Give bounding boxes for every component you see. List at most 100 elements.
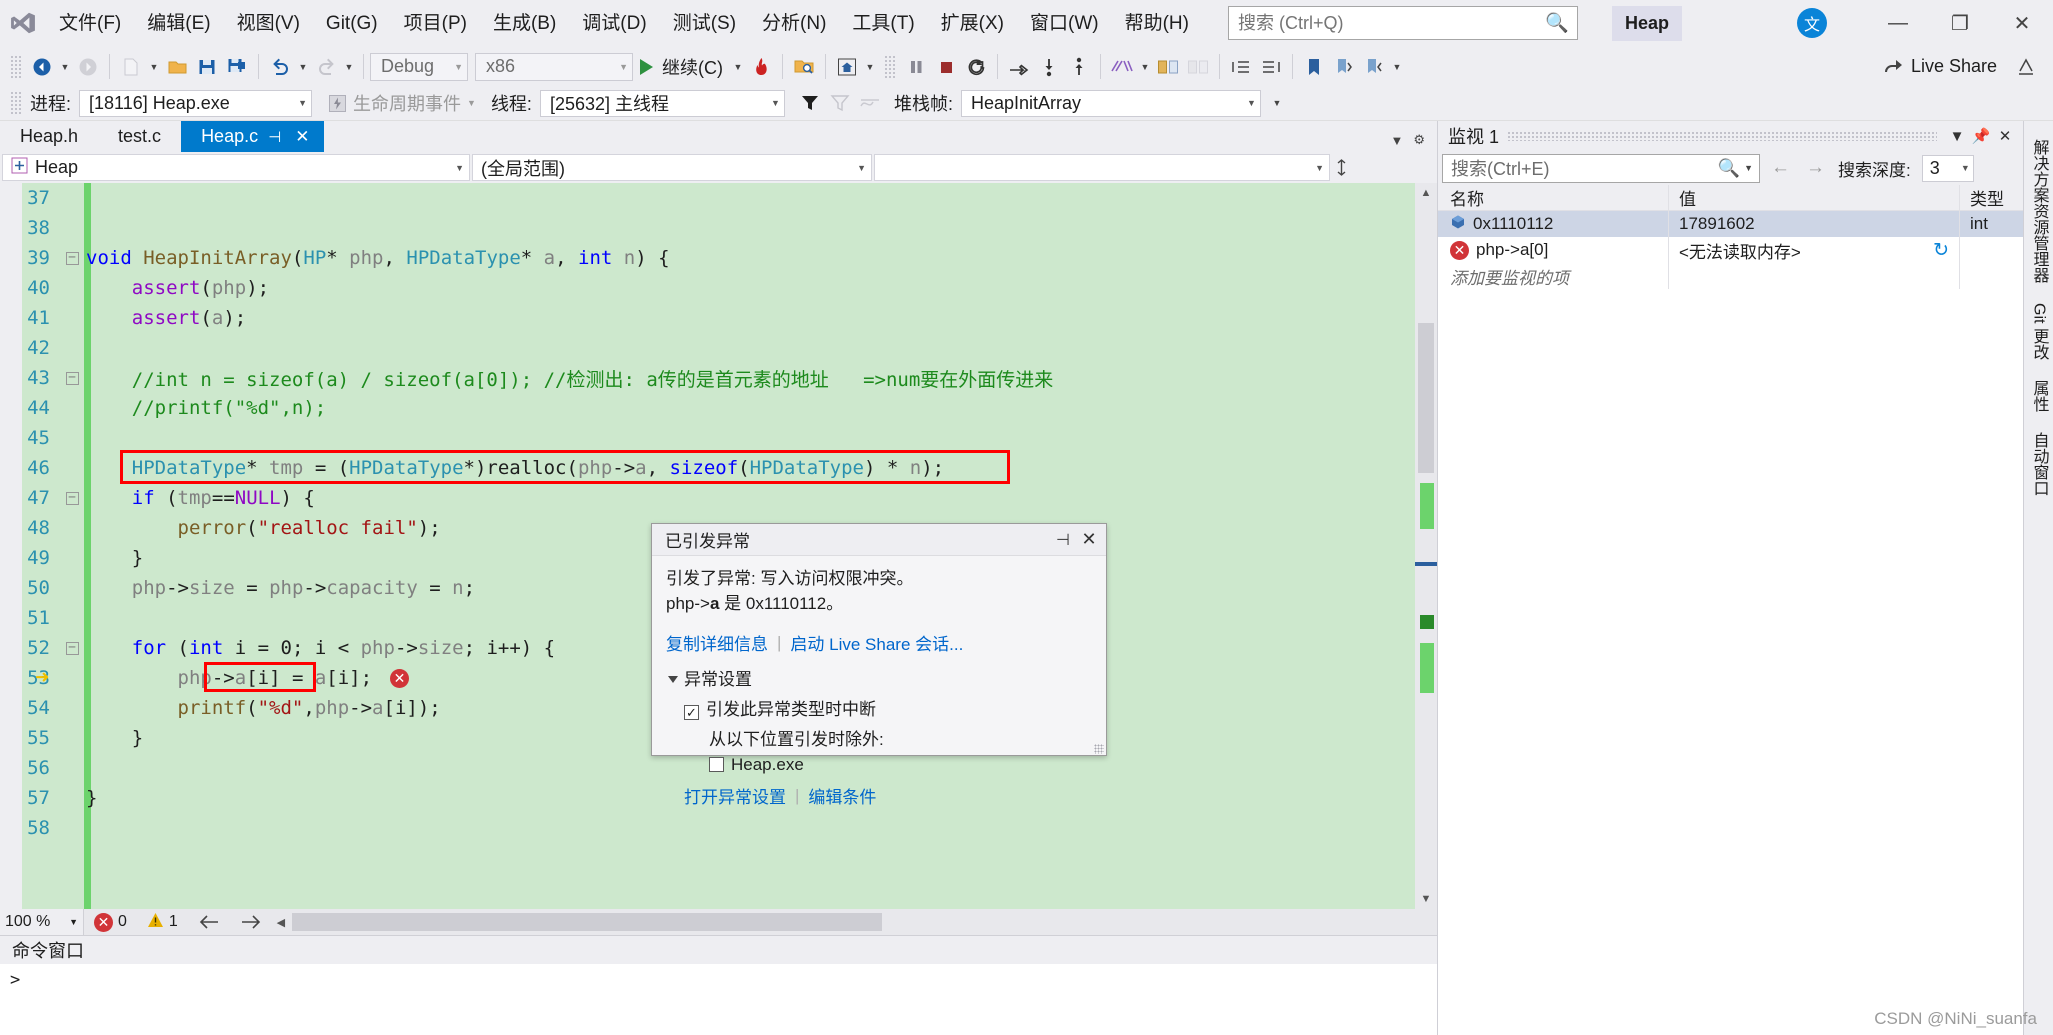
menu-item-debug[interactable]: 调试(D) (569, 0, 659, 47)
search-depth-combo[interactable]: 3 ▼ (1921, 154, 1974, 182)
continue-dropdown-icon[interactable]: ▼ (730, 62, 746, 72)
menu-item-analyze[interactable]: 分析(N) (749, 0, 839, 47)
fold-collapse-icon[interactable]: − (62, 371, 82, 385)
outdent-icon[interactable] (1226, 52, 1256, 82)
editor-horizontal-scrollbar[interactable]: ◀ (271, 909, 1437, 935)
code-line[interactable]: 40 assert(php); (0, 273, 1415, 303)
copy-details-link[interactable]: 复制详细信息 (666, 630, 768, 655)
search-icon[interactable]: 🔍 (1718, 158, 1740, 179)
menu-item-file[interactable]: 文件(F) (46, 0, 134, 47)
module-exclusion-checkbox[interactable] (709, 757, 724, 773)
filter-icon[interactable] (795, 88, 825, 118)
redo-dropdown-icon[interactable]: ▼ (341, 62, 357, 72)
watch-add-row[interactable]: 添加要监视的项 (1438, 263, 2023, 289)
maximize-button[interactable]: ❐ (1929, 0, 1991, 47)
break-on-exception-row[interactable]: ✓ 引发此异常类型时中断 (668, 690, 1092, 721)
hot-reload-icon[interactable] (746, 52, 776, 82)
scroll-up-icon[interactable]: ▲ (1415, 183, 1437, 203)
menu-item-view[interactable]: 视图(V) (224, 0, 313, 47)
tab-overflow-icon[interactable]: ▼ (1390, 133, 1403, 148)
code-line[interactable]: 58 (0, 813, 1415, 843)
intellicode-icon[interactable] (1107, 52, 1137, 82)
fold-collapse-icon[interactable]: − (62, 491, 82, 505)
minimize-button[interactable]: — (1867, 0, 1929, 47)
scroll-down-icon[interactable]: ▼ (1415, 889, 1437, 909)
member-combo[interactable]: ▼ (874, 154, 1330, 181)
home-icon[interactable] (832, 52, 862, 82)
chevron-down-icon[interactable]: ▼ (1945, 124, 1969, 148)
close-icon[interactable]: ✕ (1993, 124, 2017, 148)
compare-secondary-icon[interactable] (1183, 52, 1213, 82)
close-icon[interactable]: ✕ (1076, 529, 1102, 550)
open-exception-settings-link[interactable]: 打开异常设置 (684, 783, 786, 808)
toolbar-grip[interactable] (10, 54, 21, 79)
code-line[interactable]: 41 assert(a); (0, 303, 1415, 333)
scope-combo[interactable]: (全局范围) ▼ (472, 154, 872, 181)
stack-frame-combo[interactable]: HeapInitArray ▼ (960, 89, 1261, 117)
menu-item-git[interactable]: Git(G) (313, 0, 391, 47)
break-on-exception-checkbox[interactable]: ✓ (684, 705, 699, 721)
layout-dropdown-icon[interactable]: ▼ (862, 62, 878, 72)
feedback-icon[interactable] (2011, 52, 2041, 82)
module-exclusion-row[interactable]: Heap.exe (668, 750, 1092, 775)
menu-item-window[interactable]: 窗口(W) (1017, 0, 1112, 47)
close-button[interactable]: ✕ (1991, 0, 2053, 47)
menu-item-extensions[interactable]: 扩展(X) (928, 0, 1017, 47)
search-next-button[interactable]: → (1801, 157, 1830, 179)
code-line[interactable]: 43− //int n = sizeof(a) / sizeof(a[0]); … (0, 363, 1415, 393)
indent-icon[interactable] (1256, 52, 1286, 82)
new-file-icon[interactable] (116, 52, 146, 82)
start-live-share-link[interactable]: 启动 Live Share 会话... (790, 630, 963, 655)
new-file-dropdown-icon[interactable]: ▼ (146, 62, 162, 72)
bookmark-icon[interactable] (1299, 52, 1329, 82)
code-line[interactable]: 44 //printf("%d",n); (0, 393, 1415, 423)
code-line[interactable]: 39− void HeapInitArray(HP* php, HPDataTyp… (0, 243, 1415, 273)
editor-vertical-scrollbar[interactable]: ▲ ▼ (1415, 183, 1437, 909)
command-window-prompt[interactable]: > (0, 964, 1437, 996)
live-share-button[interactable]: Live Share (1870, 56, 2011, 77)
inline-error-icon[interactable]: ✕ (390, 668, 410, 688)
nav-forward-icon[interactable] (73, 52, 103, 82)
pin-icon[interactable]: ⊣ (258, 128, 288, 146)
flatten-icon[interactable] (855, 88, 885, 118)
code-line[interactable]: 45 (0, 423, 1415, 453)
vtab-properties[interactable]: 属性 (2027, 370, 2051, 422)
step-into-icon[interactable] (1034, 52, 1064, 82)
exception-dialog[interactable]: 已引发异常 ⊣ ✕ 引发了异常: 写入访问权限冲突。 php->a 是 0x11… (651, 523, 1107, 807)
undo-dropdown-icon[interactable]: ▼ (295, 62, 311, 72)
lifecycle-events-button[interactable]: 生命周期事件 ▼ (328, 90, 476, 116)
fold-collapse-icon[interactable]: − (62, 641, 82, 655)
redo-icon[interactable] (311, 52, 341, 82)
vtab-solution-explorer[interactable]: 解决方案资源管理器 (2027, 129, 2051, 293)
attach-process-icon[interactable] (789, 52, 819, 82)
compare-icon[interactable] (1153, 52, 1183, 82)
code-line[interactable]: 38 (0, 213, 1415, 243)
fold-collapse-icon[interactable]: − (62, 251, 82, 265)
bookmark-next-icon[interactable] (1359, 52, 1389, 82)
search-prev-button[interactable]: ← (1766, 157, 1795, 179)
toolbar-overflow-icon[interactable]: ▼ (1389, 62, 1405, 72)
undo-icon[interactable] (265, 52, 295, 82)
bookmark-prev-icon[interactable] (1329, 52, 1359, 82)
code-line[interactable]: 47− if (tmp==NULL) { (0, 483, 1415, 513)
error-count[interactable]: ✕ 0 (84, 912, 137, 932)
debug-toolbar-grip[interactable] (10, 91, 21, 115)
pin-icon[interactable]: ⊣ (1050, 530, 1076, 550)
panel-drag-handle[interactable] (1507, 131, 1937, 141)
code-line[interactable]: 42 (0, 333, 1415, 363)
chevron-down-icon[interactable]: ▼ (1740, 163, 1753, 173)
global-search-input[interactable] (1227, 6, 1578, 40)
zoom-level-combo[interactable]: 100 % ▼ (0, 909, 84, 935)
step-over-icon[interactable] (1004, 52, 1034, 82)
code-line[interactable]: 37 (0, 183, 1415, 213)
exception-settings-header[interactable]: 异常设置 (668, 665, 1092, 690)
menu-item-tools[interactable]: 工具(T) (839, 0, 927, 47)
save-all-icon[interactable] (222, 52, 252, 82)
process-combo[interactable]: [18116] Heap.exe ▼ (79, 89, 313, 117)
menu-item-test[interactable]: 测试(S) (660, 0, 749, 47)
scroll-left-icon[interactable]: ◀ (272, 912, 290, 932)
pause-icon[interactable] (901, 52, 931, 82)
ime-indicator-icon[interactable]: 文 (1797, 8, 1827, 38)
open-file-icon[interactable] (162, 52, 192, 82)
edit-conditions-link[interactable]: 编辑条件 (808, 783, 876, 808)
